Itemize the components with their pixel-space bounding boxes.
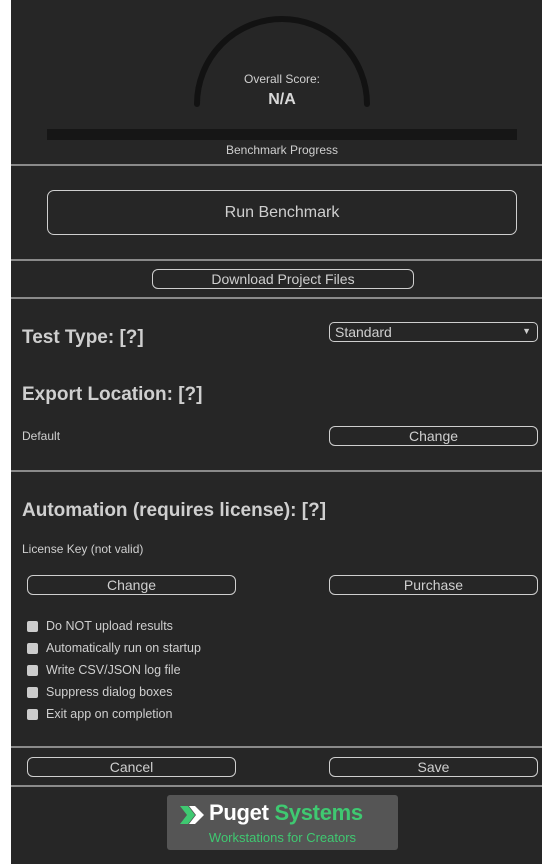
cancel-button[interactable]: Cancel [27,757,236,777]
checkbox[interactable] [27,708,38,720]
option-label: Exit app on completion [46,707,173,721]
download-project-files-button[interactable]: Download Project Files [152,269,414,289]
divider [11,746,542,748]
divider [11,297,542,299]
automation-heading: Automation (requires license): [?] [22,500,327,521]
chevron-logo-icon [180,806,204,824]
option-label: Automatically run on startup [46,641,201,655]
option-no-upload[interactable]: Do NOT upload results [27,617,173,635]
chevron-down-icon: ▼ [522,326,531,336]
option-label: Suppress dialog boxes [46,685,173,699]
export-location-heading: Export Location: [?] [22,384,203,405]
license-key-label: License Key (not valid) [22,542,144,556]
divider [11,164,542,166]
export-location-value: Default [22,429,61,443]
option-auto-run[interactable]: Automatically run on startup [27,639,201,657]
benchmark-progress-bar [47,129,517,140]
logo-brand-second: Systems [274,800,363,825]
test-type-select[interactable]: Standard ▼ [329,322,538,342]
divider [11,470,542,472]
option-exit-on-completion[interactable]: Exit app on completion [27,705,172,723]
save-button[interactable]: Save [329,757,538,777]
settings-panel: Overall Score: N/A Benchmark Progress Ru… [11,0,542,864]
test-type-selected: Standard [335,324,392,340]
purchase-license-button[interactable]: Purchase [329,575,538,595]
checkbox[interactable] [27,642,38,654]
change-export-location-button[interactable]: Change [329,426,538,446]
puget-systems-logo: Puget Systems Workstations for Creators [167,795,398,850]
test-type-heading: Test Type: [?] [22,327,144,348]
progress-label: Benchmark Progress [225,143,339,157]
option-label: Write CSV/JSON log file [46,663,181,677]
checkbox[interactable] [27,686,38,698]
divider [11,785,542,787]
run-benchmark-button[interactable]: Run Benchmark [47,190,517,235]
option-suppress-dialogs[interactable]: Suppress dialog boxes [27,683,172,701]
logo-brand-first: Puget [209,800,269,825]
score-label: Overall Score: [243,72,321,86]
option-label: Do NOT upload results [46,619,173,633]
score-value: N/A [268,91,296,108]
logo-brand: Puget Systems [209,800,363,826]
checkbox[interactable] [27,620,38,632]
change-license-button[interactable]: Change [27,575,236,595]
option-write-log[interactable]: Write CSV/JSON log file [27,661,181,679]
logo-tagline: Workstations for Creators [208,830,357,845]
checkbox[interactable] [27,664,38,676]
divider [11,259,542,261]
